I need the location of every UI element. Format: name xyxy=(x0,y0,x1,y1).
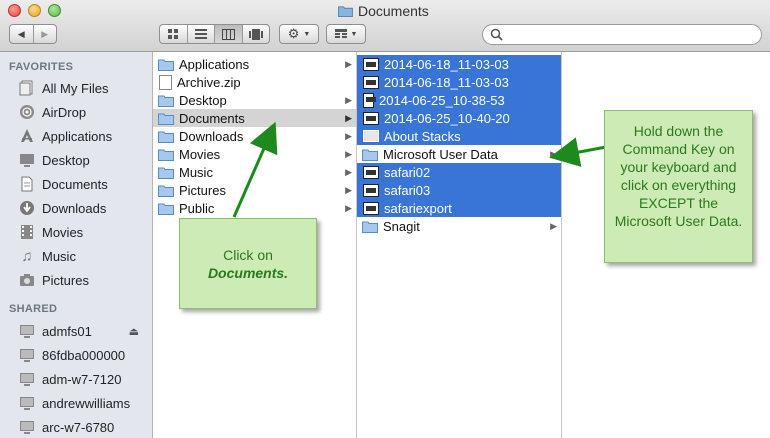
annotation-arrow-right xyxy=(549,137,607,167)
callout-text: Hold down the Command Key on your keyboa… xyxy=(614,123,743,229)
callout-command-key: Hold down the Command Key on your keyboa… xyxy=(604,110,753,263)
callout-text-line2: Documents. xyxy=(207,265,289,281)
annotation-arrow-left xyxy=(232,121,278,218)
callout-click-documents: Click on Documents. xyxy=(179,218,317,309)
callout-text-line1: Click on xyxy=(223,247,273,263)
